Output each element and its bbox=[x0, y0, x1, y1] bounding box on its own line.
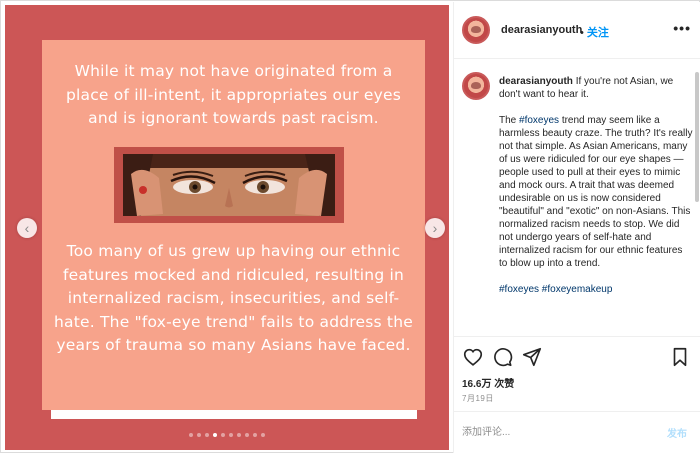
carousel-dot bbox=[213, 433, 217, 437]
post-header: dearasianyouth • 关注 ••• bbox=[454, 2, 700, 59]
carousel-dot bbox=[229, 433, 233, 437]
comments-area[interactable]: dearasianyouth If you're not Asian, we d… bbox=[454, 60, 700, 336]
hashtag-link[interactable]: #foxeyes bbox=[519, 115, 559, 126]
comment-input[interactable] bbox=[462, 423, 642, 441]
quote-bottom-text: Too many of us grew up having our ethnic… bbox=[54, 242, 413, 354]
carousel-indicator bbox=[5, 433, 449, 437]
avatar[interactable] bbox=[462, 16, 490, 44]
carousel-dot bbox=[189, 433, 193, 437]
eyes-photo bbox=[123, 154, 335, 216]
likes-count[interactable]: 16.6万 次赞 bbox=[462, 375, 514, 390]
post-side-panel: dearasianyouth • 关注 ••• dearasianyouth I… bbox=[453, 2, 700, 453]
chevron-left-icon: ‹ bbox=[24, 220, 30, 236]
caption-para2-prefix: The bbox=[499, 115, 520, 126]
eyes-photo-frame bbox=[114, 147, 344, 223]
separator-dot: • bbox=[580, 27, 584, 39]
carousel-dot bbox=[253, 433, 257, 437]
post-comment-button[interactable]: 发布 bbox=[667, 425, 687, 440]
quote-top-text: While it may not have originated from a … bbox=[65, 62, 402, 127]
follow-button[interactable]: • 关注 bbox=[580, 24, 609, 40]
post-media[interactable]: While it may not have originated from a … bbox=[5, 5, 449, 450]
carousel-dot bbox=[221, 433, 225, 437]
bookmark-icon[interactable] bbox=[669, 346, 691, 368]
post-date[interactable]: 7月19日 bbox=[462, 393, 494, 404]
carousel-dot bbox=[237, 433, 241, 437]
quote-card: While it may not have originated from a … bbox=[42, 40, 425, 410]
carousel-dot bbox=[197, 433, 201, 437]
add-comment-section: 发布 bbox=[454, 411, 700, 453]
caption-username[interactable]: dearasianyouth bbox=[499, 76, 573, 87]
comments-scrollbar[interactable] bbox=[695, 72, 699, 202]
previous-slide-button[interactable]: ‹ bbox=[17, 218, 37, 238]
comment-icon[interactable] bbox=[491, 346, 513, 368]
hashtags-line[interactable]: #foxeyes #foxeyemakeup bbox=[499, 284, 612, 295]
follow-label: 关注 bbox=[586, 27, 609, 39]
carousel-dot bbox=[261, 433, 265, 437]
more-options-icon[interactable]: ••• bbox=[673, 20, 691, 36]
header-username[interactable]: dearasianyouth bbox=[501, 24, 582, 36]
post-frame: While it may not have originated from a … bbox=[0, 0, 700, 453]
heart-icon[interactable] bbox=[462, 346, 484, 368]
share-icon[interactable] bbox=[521, 346, 543, 368]
caption-avatar[interactable] bbox=[462, 72, 490, 100]
carousel-dot bbox=[245, 433, 249, 437]
next-slide-button[interactable]: › bbox=[425, 218, 445, 238]
caption-para2-body: trend may seem like a harmless beauty cr… bbox=[499, 115, 693, 269]
chevron-right-icon: › bbox=[432, 220, 438, 236]
carousel-dot bbox=[205, 433, 209, 437]
post-caption: dearasianyouth If you're not Asian, we d… bbox=[499, 75, 693, 309]
